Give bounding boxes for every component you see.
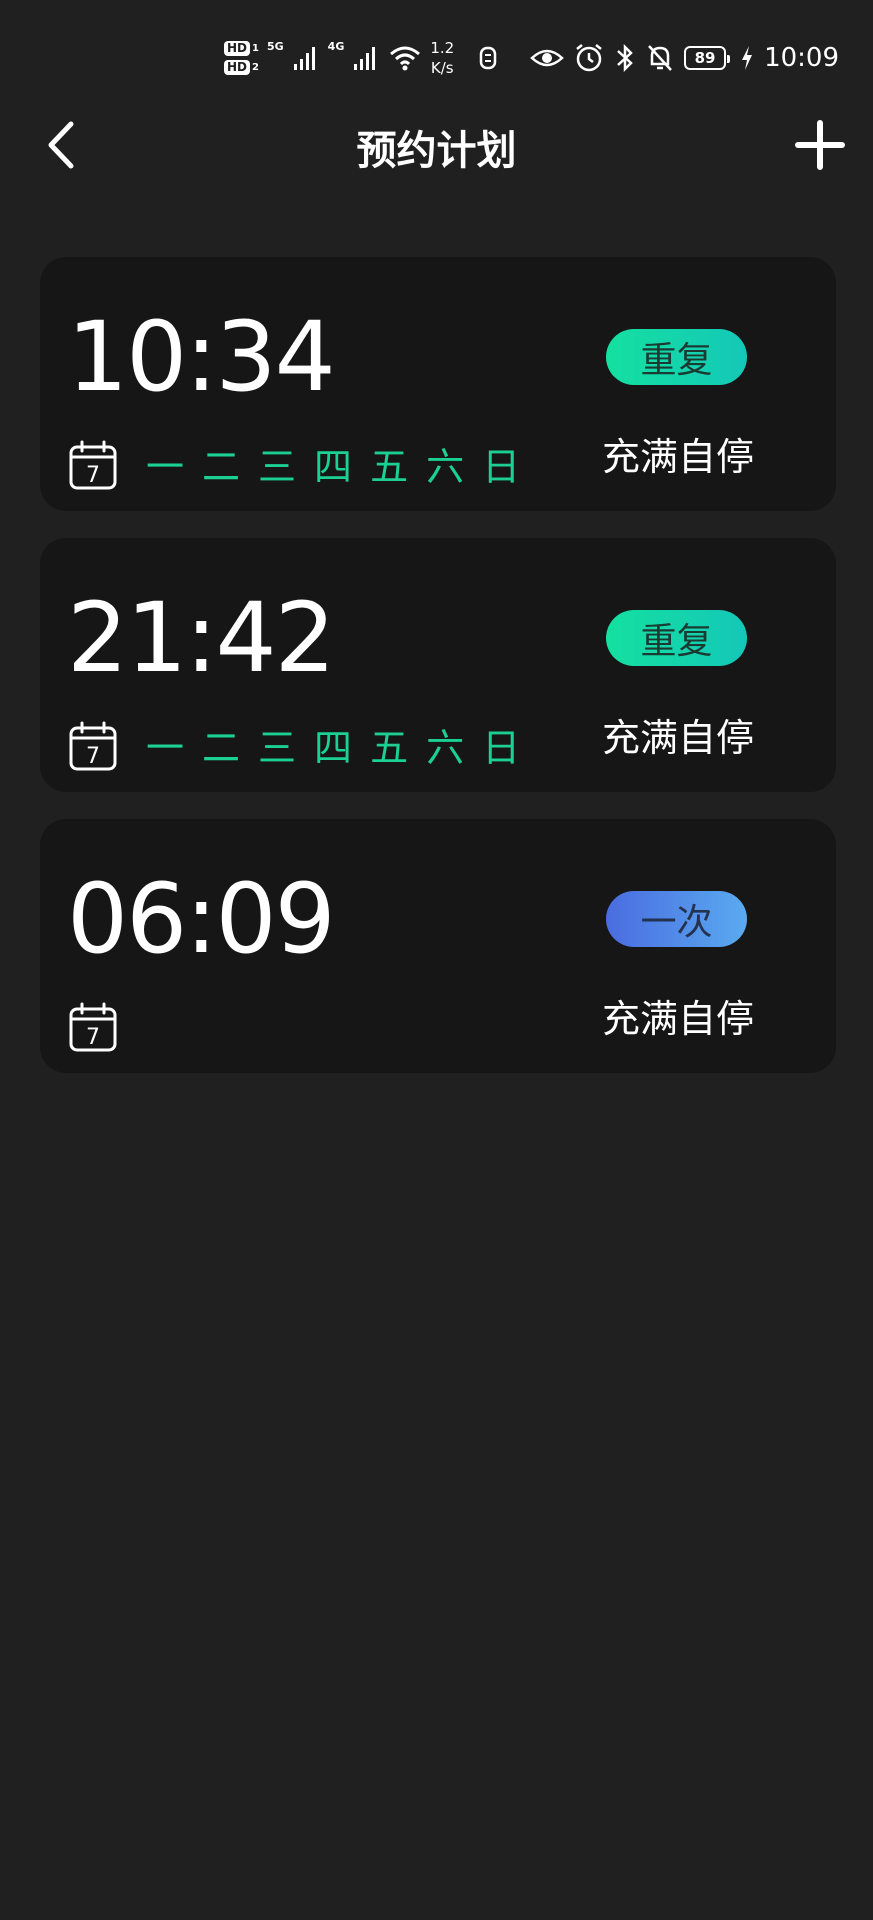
day-thu: 四 bbox=[314, 445, 353, 489]
day-sat: 六 bbox=[426, 726, 465, 770]
status-left: HD 1 HD 2 5G 4G 1.2 K/s bbox=[224, 34, 500, 82]
repeat-days: 一 二 三 四 五 六 日 bbox=[146, 726, 520, 770]
day-fri: 五 bbox=[370, 726, 409, 770]
repeat-badge: 重复 bbox=[606, 610, 747, 666]
day-thu: 四 bbox=[314, 726, 353, 770]
status-right: 89 10:09 bbox=[530, 34, 839, 82]
day-tue: 二 bbox=[202, 726, 241, 770]
day-sun: 日 bbox=[482, 726, 521, 770]
charge-mode-label: 充满自停 bbox=[601, 997, 754, 1041]
day-mon: 一 bbox=[146, 726, 185, 770]
repeat-days: 一 二 三 四 五 六 日 bbox=[146, 445, 520, 489]
page-title: 预约计划 bbox=[356, 128, 517, 174]
day-mon: 一 bbox=[146, 445, 185, 489]
wifi-icon bbox=[390, 46, 421, 71]
signal-icon bbox=[293, 47, 315, 70]
schedule-card[interactable]: 06:09 7 一次 充满自停 bbox=[40, 819, 836, 1073]
svg-text:7: 7 bbox=[86, 463, 100, 488]
schedule-card[interactable]: 10:34 7 一 二 三 四 五 六 日 重复 充满自停 bbox=[40, 257, 836, 511]
add-schedule-button[interactable] bbox=[785, 110, 855, 180]
alarm-icon bbox=[576, 44, 602, 72]
nfc-icon bbox=[479, 46, 497, 70]
day-wed: 三 bbox=[258, 726, 297, 770]
charge-mode-label: 充满自停 bbox=[601, 435, 754, 479]
status-bar: HD 1 HD 2 5G 4G 1.2 K/s 89 10:09 bbox=[0, 0, 873, 110]
network-speed: 1.2 K/s bbox=[430, 39, 455, 77]
eye-icon bbox=[530, 49, 564, 67]
once-badge: 一次 bbox=[606, 891, 747, 947]
day-tue: 二 bbox=[202, 445, 241, 489]
schedule-card[interactable]: 21:42 7 一 二 三 四 五 六 日 重复 充满自停 bbox=[40, 538, 836, 792]
app-header: 预约计划 bbox=[0, 110, 873, 230]
svg-text:7: 7 bbox=[86, 1025, 100, 1050]
calendar-icon: 7 bbox=[69, 1002, 117, 1052]
svg-text:7: 7 bbox=[86, 744, 100, 769]
sim1-indicator: HD 1 bbox=[224, 41, 259, 56]
network-5g-label: 5G bbox=[266, 40, 284, 53]
schedule-time: 10:34 bbox=[67, 301, 336, 413]
plus-icon bbox=[795, 120, 845, 170]
day-wed: 三 bbox=[258, 445, 297, 489]
charge-mode-label: 充满自停 bbox=[601, 716, 754, 760]
calendar-icon: 7 bbox=[69, 721, 117, 771]
schedule-time: 21:42 bbox=[67, 582, 336, 694]
signal-icon bbox=[354, 47, 376, 70]
repeat-badge: 重复 bbox=[606, 329, 747, 385]
day-sun: 日 bbox=[482, 445, 521, 489]
day-sat: 六 bbox=[426, 445, 465, 489]
calendar-icon: 7 bbox=[69, 440, 117, 490]
sim-indicators: HD 1 HD 2 bbox=[224, 41, 259, 75]
status-time: 10:09 bbox=[764, 43, 839, 73]
network-4g-label: 4G bbox=[327, 40, 345, 53]
charging-icon bbox=[742, 46, 753, 70]
schedule-list: 10:34 7 一 二 三 四 五 六 日 重复 充满自停 21:42 7 一 bbox=[40, 257, 836, 1100]
day-fri: 五 bbox=[370, 445, 409, 489]
sim2-indicator: HD 2 bbox=[224, 60, 259, 75]
bluetooth-icon bbox=[617, 43, 633, 73]
schedule-time: 06:09 bbox=[67, 863, 336, 975]
bell-mute-icon bbox=[648, 45, 672, 71]
battery-indicator: 89 bbox=[684, 46, 731, 70]
